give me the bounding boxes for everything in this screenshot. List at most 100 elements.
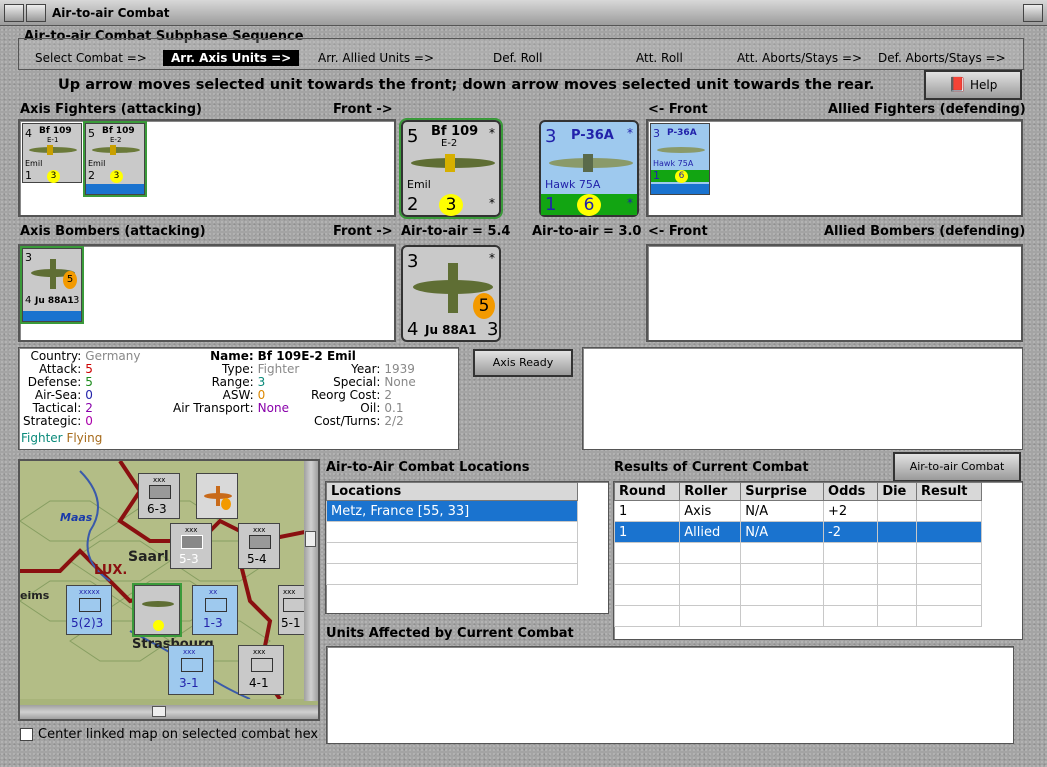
allied-front-fighter-counter[interactable]: 3 P-36A * Hawk 75A 1 6 *: [539, 120, 639, 217]
infantry-icon: [181, 535, 203, 549]
unit-strength: 5-1: [281, 616, 301, 630]
rating-badge: [221, 498, 231, 510]
seq-step-def-roll: Def. Roll: [493, 51, 543, 65]
unit-nick: Emil: [88, 159, 106, 168]
results-row-empty: [613, 542, 982, 564]
axis-bomber-counter-1[interactable]: 3 5 4 Ju 88A1 3: [20, 246, 84, 324]
allied-bombers-front-label: <- Front: [648, 224, 708, 239]
allied-fighter-counter-1[interactable]: 3 P-36A Hawk 75A 1 6: [650, 123, 710, 195]
cell-odds: +2: [823, 500, 879, 522]
cell-roller: Axis: [679, 500, 742, 522]
cell-round: 1: [613, 500, 681, 522]
attack-value: 5: [88, 127, 95, 140]
map-unit-counter[interactable]: xxx 5-3: [170, 523, 212, 569]
unit-strength: 1-3: [203, 616, 223, 630]
map-unit-counter[interactable]: xx 1-3: [192, 585, 238, 635]
map-unit-counter[interactable]: xxx 4-1: [238, 645, 284, 695]
unit-name: Bf 109: [102, 126, 135, 136]
map-label-lux: LUX.: [94, 563, 128, 578]
map-horizontal-thumb[interactable]: [152, 706, 166, 717]
results-table: Round Roller Surprise Odds Die Result 1 …: [613, 482, 982, 627]
center-map-checkbox[interactable]: [20, 728, 33, 741]
unit-nick: Hawk 75A: [545, 178, 601, 191]
infantry-icon: [249, 535, 271, 549]
axis-fighter-counter-1[interactable]: 4 Bf 109 E-1 Emil 1 3: [22, 123, 82, 183]
axis-front-bomber-counter[interactable]: 3 * 5 4 Ju 88A1 3: [401, 245, 501, 342]
cell-result: [916, 500, 982, 522]
axis-fighters-panel: 4 Bf 109 E-1 Emil 1 3 5 Bf 109 E-2 Emil …: [18, 119, 396, 217]
map-label-maas: Maas: [60, 511, 93, 524]
unit-size: xxx: [283, 588, 296, 596]
bottom-right-value: 3: [73, 295, 80, 306]
linked-map[interactable]: Maas Saarl LUX. eims Strasbourg xxx6-3 x…: [18, 459, 320, 721]
infantry-icon: [205, 598, 227, 612]
col-die: Die: [877, 482, 918, 501]
map-selected-air-unit[interactable]: [132, 583, 182, 637]
cell-surprise: N/A: [740, 521, 825, 543]
close-button[interactable]: [1023, 4, 1043, 22]
locations-list: Locations Metz, France [55, 33]: [325, 481, 609, 614]
infantry-icon: [149, 485, 171, 499]
map-horizontal-scrollbar[interactable]: [20, 705, 318, 719]
unit-name: Bf 109: [431, 124, 479, 139]
axis-bombers-panel: 3 5 4 Ju 88A1 3: [18, 244, 396, 342]
infantry-icon: [79, 598, 101, 612]
unit-strength: 5-3: [179, 552, 199, 566]
bottom-right-value: 3: [487, 319, 499, 340]
locations-table: Locations Metz, France [55, 33]: [326, 482, 578, 585]
allied-fighters-front-label: <- Front: [648, 102, 708, 117]
rating-badge: [153, 620, 164, 631]
cell-surprise: N/A: [740, 500, 825, 522]
map-unit-counter[interactable]: xxxxx 5(2)3: [66, 585, 112, 635]
unit-size: xxx: [185, 526, 198, 534]
unit-stats-right: Year: 1939 Special: None Reorg Cost: 2 Oil:…: [309, 363, 418, 428]
results-panel: Round Roller Surprise Odds Die Result 1 …: [613, 481, 1023, 640]
unit-strength: 5(2)3: [71, 616, 104, 630]
window-title: Air-to-air Combat: [52, 6, 170, 20]
unit-size: xxx: [153, 476, 166, 484]
axis-fighter-counter-2[interactable]: 5 Bf 109 E-2 Emil 2 3: [83, 121, 147, 197]
help-button[interactable]: 📕 Help: [924, 70, 1022, 100]
location-row[interactable]: Metz, France [55, 33]: [326, 500, 578, 522]
air-to-air-combat-chart-button[interactable]: Air-to-air Combat Chart: [893, 452, 1021, 499]
selection-bar: [23, 311, 81, 321]
col-result: Result: [916, 482, 982, 501]
attack-value: 4: [25, 127, 32, 140]
unit-info-panel: Country: Germany Attack: 5 Defense: 5 Air-S…: [18, 347, 459, 450]
map-vertical-thumb[interactable]: [305, 531, 316, 547]
unit-strength: 3-1: [179, 676, 199, 690]
star-mark: *: [627, 126, 633, 140]
map-air-unit-counter[interactable]: [196, 473, 238, 519]
status-flying: Flying: [66, 431, 103, 445]
results-row[interactable]: 1 Allied N/A -2: [613, 521, 982, 543]
selection-bar: [651, 184, 709, 194]
rating-badge: 3: [110, 170, 123, 183]
results-row-empty: [613, 584, 982, 606]
defense-value: 2: [407, 194, 419, 215]
map-unit-counter[interactable]: xxx 3-1: [168, 645, 214, 695]
col-surprise: Surprise: [740, 482, 825, 501]
seq-step-arr-axis-units: Arr. Axis Units =>: [163, 50, 300, 66]
map-unit-counter[interactable]: xxx 6-3: [138, 473, 180, 519]
map-unit-counter[interactable]: xxx 5-4: [238, 523, 280, 569]
axis-front-fighter-counter[interactable]: 5 Bf 109 E-2 * Emil 2 3 *: [399, 118, 503, 219]
unit-size: xxxxx: [79, 588, 100, 596]
cell-die: [877, 500, 918, 522]
cell-result: [916, 521, 982, 543]
axis-ready-button[interactable]: Axis Ready: [473, 349, 573, 377]
system-menu-button[interactable]: [4, 4, 24, 22]
strategic-label: Strategic:: [23, 414, 82, 428]
col-round: Round: [613, 482, 681, 501]
rating-badge: 3: [439, 194, 463, 216]
strategic-value: 0: [85, 414, 93, 428]
axis-bombers-front-label: Front ->: [333, 224, 393, 239]
map-vertical-scrollbar[interactable]: [304, 461, 318, 701]
attack-value: 3: [545, 126, 557, 147]
center-map-label: Center linked map on selected combat hex: [38, 727, 319, 742]
costturns-label: Cost/Turns:: [313, 414, 381, 428]
results-row[interactable]: 1 Axis N/A +2: [613, 500, 982, 522]
locations-title: Air-to-Air Combat Locations: [326, 460, 530, 475]
rating-badge: 6: [577, 194, 601, 216]
minimize-button[interactable]: [26, 4, 46, 22]
results-row-empty: [613, 563, 982, 585]
